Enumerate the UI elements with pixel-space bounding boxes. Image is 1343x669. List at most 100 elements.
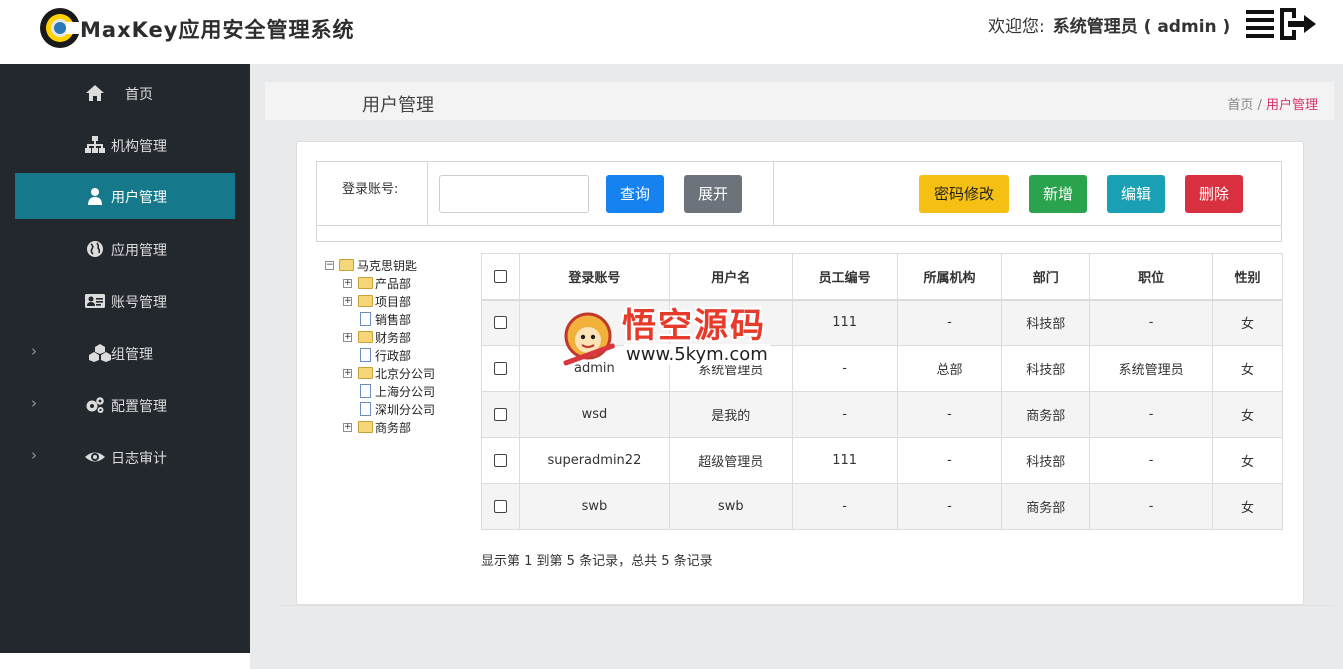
current-user-name[interactable]: 系统管理员 ( admin ) [1053,17,1231,37]
table-cell: 科技部 [1001,437,1091,484]
cubes-icon [89,344,111,362]
sidebar-item-home[interactable]: 首页 [15,70,235,116]
table-cell: 111 [791,437,898,484]
watermark-url: www.5kym.com [624,344,770,365]
globe-icon [87,241,103,257]
table-cell: 商务部 [1001,483,1091,530]
chevron-right-icon: › [31,342,37,360]
table-cell: - [1089,391,1214,438]
table-cell: superadmin22 [518,437,670,484]
sidebar-item-label: 账号管理 [111,295,167,311]
row-checkbox[interactable] [493,408,507,421]
folder-icon [358,295,373,307]
expand-icon[interactable]: + [343,297,352,306]
expand-icon[interactable]: + [343,423,352,432]
page-header: 用户管理 首页 / 用户管理 [265,82,1334,120]
query-button[interactable]: 查询 [606,175,664,213]
row-checkbox[interactable] [493,316,507,330]
collapse-icon[interactable]: − [325,261,334,270]
table-cell: 女 [1212,437,1283,484]
sidebar-item-audit[interactable]: › 日志审计 [15,434,235,480]
breadcrumb-current: 用户管理 [1265,98,1318,113]
logout-icon[interactable] [1244,4,1322,44]
edit-button[interactable]: 编辑 [1107,175,1165,213]
table-cell: 总部 [896,345,1003,392]
column-header[interactable]: 所属机构 [896,253,1003,301]
row-checkbox[interactable] [493,500,507,513]
sidebar-item-label: 组管理 [111,347,153,363]
table-cell: - [791,345,898,392]
table-cell: 科技部 [1001,345,1091,392]
sitemap-icon [85,136,105,153]
row-checkbox[interactable] [493,362,507,375]
sidebar-item-org[interactable]: 机构管理 [15,122,235,168]
table-row[interactable]: wsd 是我的 - - 商务部 - 女 [481,391,1283,438]
table-cell: wsd [518,391,670,438]
sidebar-item-label: 应用管理 [111,243,167,259]
search-label: 登录账号: [342,182,399,197]
folder-open-icon [339,259,354,271]
column-header[interactable]: 登录账号 [518,253,670,301]
table-cell: 是我的 [668,391,793,438]
column-header[interactable]: 部门 [1001,253,1091,301]
folder-icon [358,277,373,289]
document-icon [360,348,371,362]
expand-icon[interactable]: + [343,279,352,288]
table-cell: 女 [1212,345,1283,392]
table-cell: 女 [1212,483,1283,530]
pagination-summary: 显示第 1 到第 5 条记录，总共 5 条记录 [481,554,713,569]
table-cell: 商务部 [1001,391,1091,438]
table-cell: - [896,391,1003,438]
welcome-text: 欢迎您: 系统管理员 ( admin ) [988,12,1230,37]
chevron-right-icon: › [31,394,37,412]
add-button[interactable]: 新增 [1029,175,1087,213]
folder-icon [358,331,373,343]
table-cell: 女 [1212,391,1283,438]
watermark-title: 悟空源码 [622,306,766,346]
sidebar-item-apps[interactable]: 应用管理 [15,226,235,272]
table-row[interactable]: superadmin22 超级管理员 111 - 科技部 - 女 [481,437,1283,484]
breadcrumb-home[interactable]: 首页 [1227,98,1253,113]
select-all-checkbox[interactable] [493,269,507,283]
sidebar-item-users[interactable]: 用户管理 [15,173,235,219]
table-cell: swb [668,483,793,530]
table-header-row: 登录账号 用户名 员工编号 所属机构 部门 职位 性别 [481,253,1283,301]
column-header[interactable]: 性别 [1212,253,1283,301]
sidebar-item-label: 机构管理 [111,139,167,155]
cogs-icon [86,397,104,413]
table-cell: - [896,483,1003,530]
sidebar-item-label: 用户管理 [111,190,167,206]
table-cell: 系统管理员 [1089,345,1214,392]
id-card-icon [85,294,105,308]
table-cell: swb [518,483,670,530]
delete-button[interactable]: 删除 [1185,175,1243,213]
folder-icon [358,367,373,379]
table-cell: - [896,437,1003,484]
column-header[interactable]: 职位 [1089,253,1214,301]
table-cell: - [1089,437,1214,484]
expand-button[interactable]: 展开 [684,175,742,213]
table-cell: 科技部 [1001,299,1091,346]
users-table: 登录账号 用户名 员工编号 所属机构 部门 职位 性别 s 111 - 科技部 … [481,253,1283,530]
sidebar-item-accounts[interactable]: 账号管理 [15,278,235,324]
expand-icon[interactable]: + [343,333,352,342]
document-icon [360,312,371,326]
top-bar: MaxKey应用安全管理系统 欢迎您: 系统管理员 ( admin ) [0,0,1343,64]
document-icon [360,402,371,416]
sidebar-item-config[interactable]: › 配置管理 [15,382,235,428]
home-icon [86,85,104,101]
row-checkbox[interactable] [493,454,507,467]
breadcrumb: 首页 / 用户管理 [1227,98,1318,113]
sidebar-item-groups[interactable]: › 组管理 [15,330,235,376]
column-header[interactable]: 员工编号 [791,253,898,301]
sidebar-item-label: 日志审计 [111,451,167,467]
table-cell: 超级管理员 [668,437,793,484]
table-row[interactable]: swb swb - - 商务部 - 女 [481,483,1283,530]
chevron-right-icon: › [31,446,37,464]
column-header[interactable]: 用户名 [668,253,793,301]
expand-icon[interactable]: + [343,369,352,378]
change-password-button[interactable]: 密码修改 [919,175,1009,213]
watermark: 悟空源码 www.5kym.com [558,300,794,372]
username-search-input[interactable] [439,175,589,213]
eye-icon [85,452,105,462]
